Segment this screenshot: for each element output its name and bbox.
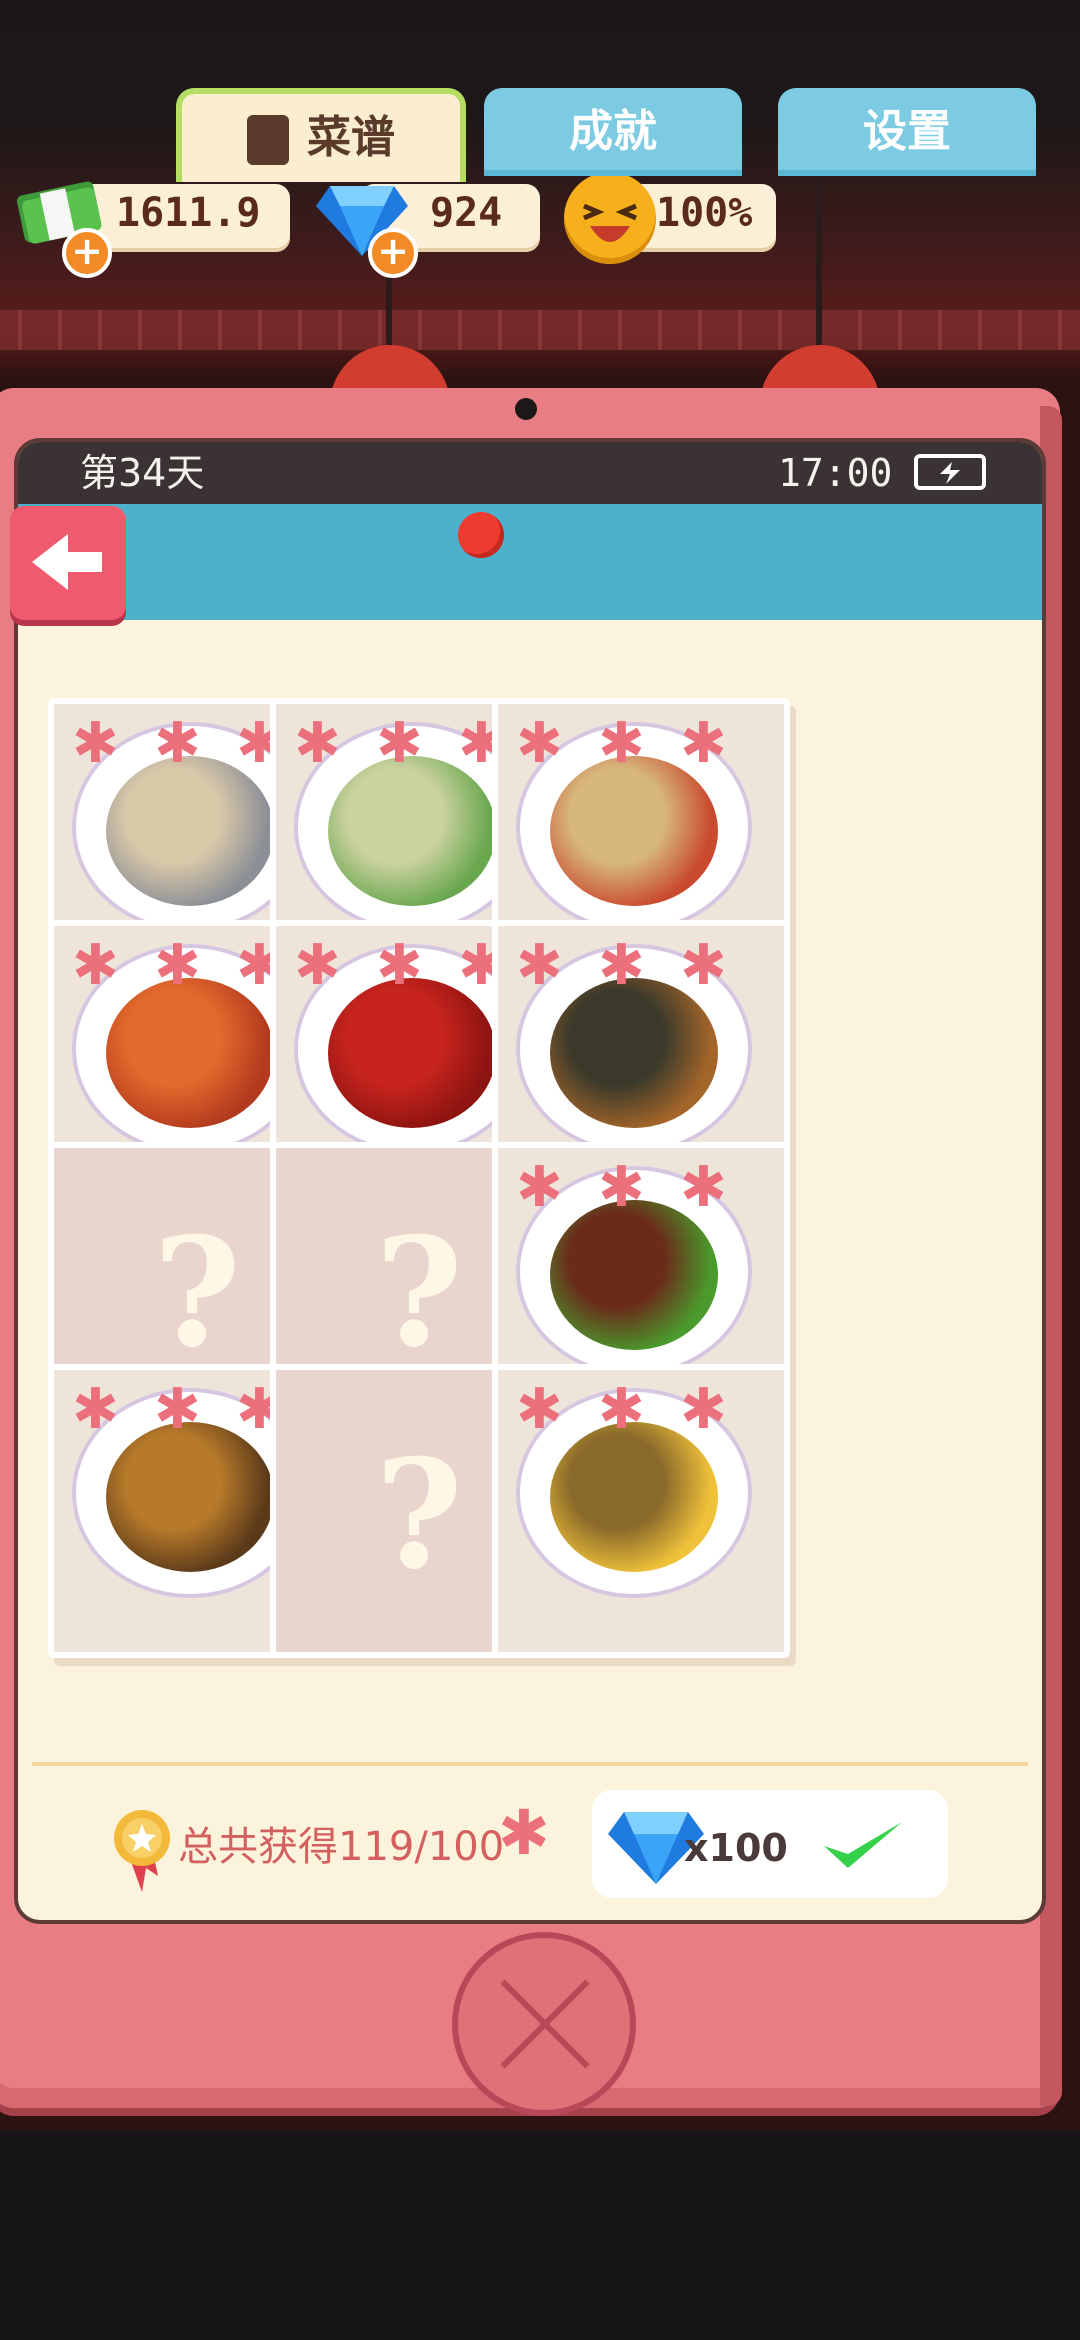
tab-bar [18,504,1042,620]
back-button[interactable] [10,506,126,620]
notification-dot [458,512,504,558]
tab-settings-label: 设置 [863,106,951,157]
flower-star-icon: ✱ [72,1377,119,1442]
flower-star-icon: ✱ [598,1155,645,1220]
wall-pattern [0,310,1080,350]
game-scene: + 1611.9 + 924 100% 第34天 17:00 ✱✱✱辣炒花甲✱✱… [0,0,1080,2340]
close-button[interactable] [452,1932,636,2116]
phone-screen: 第34天 17:00 ✱✱✱辣炒花甲✱✱✱青椒炒花甲✱✱✱椒香辣花甲✱✱✱葱爆大… [14,438,1046,1924]
flower-star-icon: ✱ [294,933,341,998]
reward-amount: x100 [684,1826,788,1870]
tab-achievements[interactable]: 成就 [484,88,742,176]
dish-image [106,756,274,906]
dish-image [328,756,496,906]
dish-image [550,1200,718,1350]
recipe-book-icon [247,115,289,165]
tab-recipes-label: 菜谱 [307,112,395,163]
flower-star-icon: ✱ [680,933,727,998]
flower-star-icon: ✱ [154,711,201,776]
flower-star-icon: ✱ [72,711,119,776]
reward-footer: 总共获得119/100 ✱ x100 [18,1762,1042,1920]
flower-star-icon: ✱ [376,933,423,998]
cash-value: 1611.9 [116,190,261,236]
tab-achievements-label: 成就 [569,106,657,157]
happy-face-icon [564,172,656,264]
rating-stars: ✱ ✱ ✱ [516,936,766,996]
flower-star-icon: ✱ [516,933,563,998]
medal-icon [112,1808,172,1892]
flower-star-icon: ✱ [294,711,341,776]
flower-star-icon: ✱ [598,711,645,776]
bottom-area [0,2130,1080,2340]
flower-star-icon: ✱ [680,711,727,776]
reward-box[interactable]: x100 [592,1790,948,1898]
flower-star-icon: ✱ [516,711,563,776]
dish-image [328,978,496,1128]
flower-star-icon: ✱ [598,1377,645,1442]
dish-image [550,1422,718,1572]
back-arrow-icon [32,534,102,590]
day-label: 第34天 [80,451,205,495]
total-collected-label: 总共获得119/100 [178,1824,505,1870]
add-cash-button[interactable]: + [62,228,112,278]
happiness-value: 100% [656,190,753,236]
recipe-card[interactable]: ✱ ✱ ✱ [492,1364,790,1658]
time-label: 17:00 [778,451,893,495]
flower-star-icon: ✱ [598,933,645,998]
flower-star-icon: ✱ [680,1155,727,1220]
rating-stars: ✱ ✱ ✱ [516,1158,766,1218]
battery-icon [914,454,986,490]
flower-star-icon: ✱ [72,933,119,998]
flower-star-icon: ✱ [516,1377,563,1442]
tab-recipes[interactable]: 菜谱 [176,88,466,182]
rating-stars: ✱ ✱ ✱ [516,714,766,774]
footer-divider [32,1762,1028,1766]
rating-stars: ✱ ✱ ✱ [516,1380,766,1440]
flower-star-icon: ✱ [154,933,201,998]
phone-camera [515,398,537,420]
dish-image [106,1422,274,1572]
add-gems-button[interactable]: + [368,228,418,278]
status-bar: 第34天 17:00 [18,442,1042,504]
tab-settings[interactable]: 设置 [778,88,1036,176]
dish-image [106,978,274,1128]
flower-icon: ✱ [498,1796,550,1869]
flower-star-icon: ✱ [680,1377,727,1442]
gems-value: 924 [430,190,503,236]
dish-image [550,978,718,1128]
flower-star-icon: ✱ [376,711,423,776]
flower-star-icon: ✱ [516,1155,563,1220]
recipe-grid: ✱✱✱辣炒花甲✱✱✱青椒炒花甲✱✱✱椒香辣花甲✱✱✱葱爆大虾✱✱✱麻辣小龙虾✱✱… [18,622,1042,1742]
claimed-check-icon[interactable] [818,1816,906,1876]
flower-star-icon: ✱ [154,1377,201,1442]
dish-image [550,756,718,906]
